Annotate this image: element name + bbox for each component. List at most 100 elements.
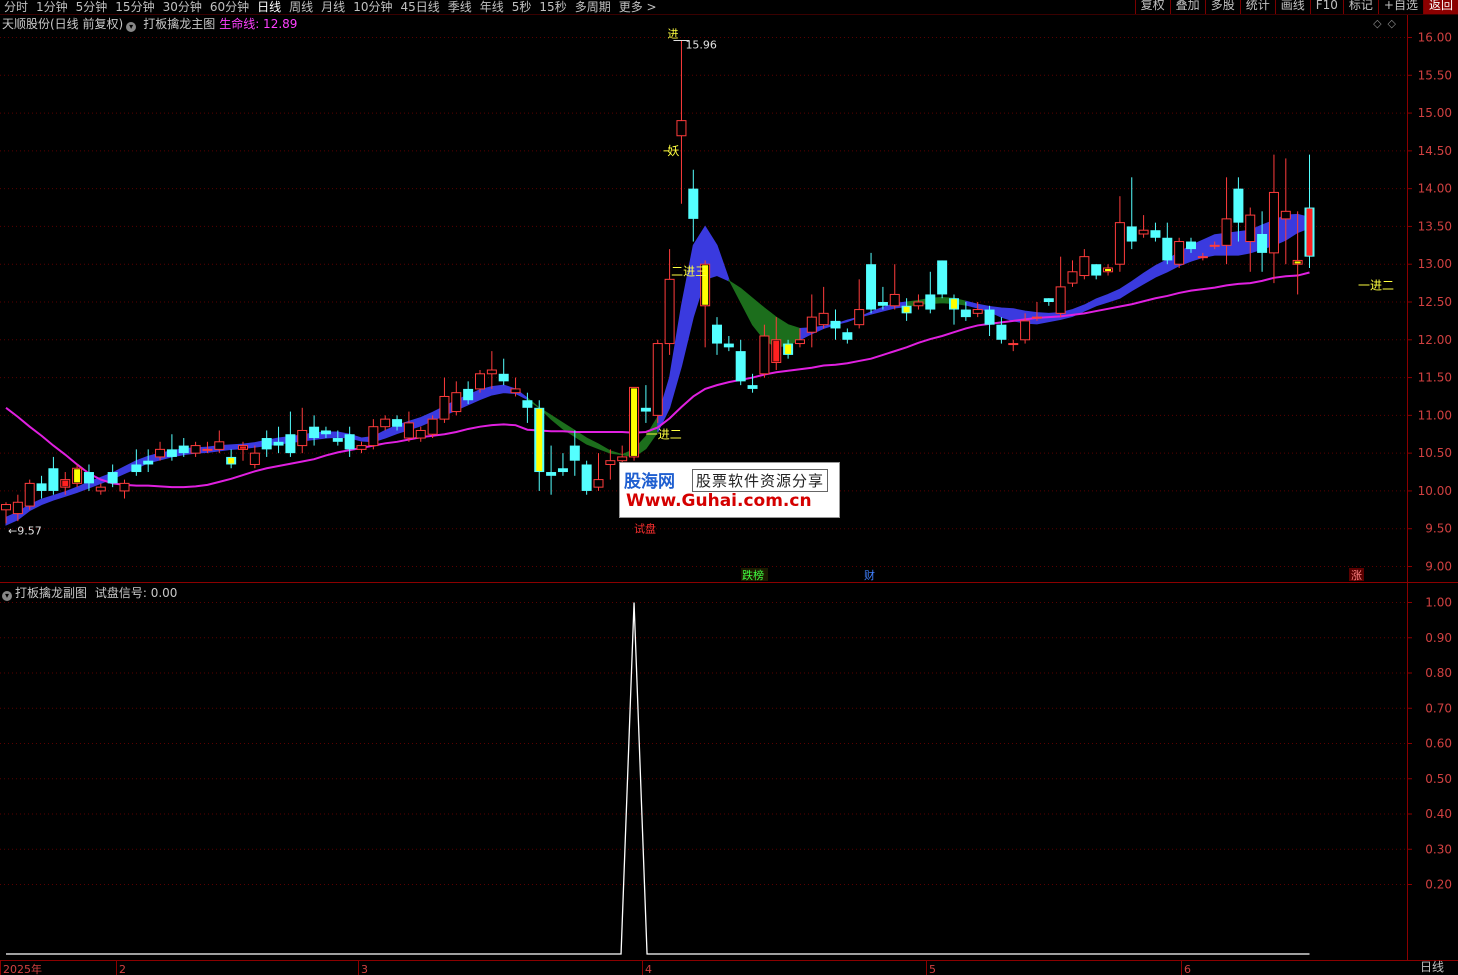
signal-marker [240,446,246,449]
candle-body [155,448,166,458]
candle-body [794,339,805,345]
y-tick-label: 1.00 [1425,596,1452,610]
candle-body [202,448,213,451]
candle-body [356,445,367,450]
candle-body [1150,230,1161,238]
y-tick-label: 10.00 [1418,484,1452,498]
candle-body [392,419,403,427]
event-cai: 财 [864,568,875,582]
x-tick-label: 2 [119,963,126,975]
candle-body [297,429,308,447]
candle-body [1,504,11,511]
candle-body [1067,271,1078,284]
low-label: ←9.57 [8,524,42,537]
candle-body [486,369,497,375]
candle-body [214,441,225,450]
y-tick-label: 11.00 [1418,408,1452,422]
y-tick-label: 0.60 [1425,737,1452,751]
y-tick-label: 12.50 [1418,295,1452,309]
candle-body [190,445,201,454]
signal-marker [1105,268,1112,271]
candle-body [439,395,450,420]
candle-body [806,316,817,333]
candle-body [581,464,592,491]
candle-body [1233,188,1244,223]
event-dieting: 跌榜 [742,568,764,582]
candle-body [131,464,142,473]
candle-body [48,468,59,491]
y-tick-label: 0.50 [1425,772,1452,786]
candle-body [1174,241,1185,265]
candle-body [475,373,485,390]
signal-marker [74,469,81,483]
candle-body [688,188,699,219]
y-tick-label: 13.50 [1418,219,1452,233]
candle-body [842,332,853,340]
candle-body [1126,226,1137,242]
period-label[interactable]: 日线 [1420,958,1444,975]
candle-body [889,293,900,307]
signal-marker [62,480,69,487]
candle-body [605,460,616,465]
candle-body [107,472,118,484]
candle-body [261,438,272,450]
er-jin-san-label: 二进三 [671,265,707,279]
candle-body [1055,286,1066,314]
candle-body [593,479,604,488]
candle-body [12,501,23,515]
candle-body [913,301,924,307]
y-tick-label: 0.20 [1425,878,1452,892]
candle-body [1162,237,1173,261]
y-tick-label: 0.30 [1425,842,1452,856]
candle-body [1209,244,1220,247]
candle-body [1043,298,1054,302]
y-tick-label: 9.00 [1425,560,1452,574]
y-tick-label: 15.00 [1418,106,1452,120]
signal-marker [773,340,780,362]
candle-body [937,260,948,295]
signal-line [6,602,1310,955]
candle-body [1197,256,1208,259]
candle-body [1280,210,1291,220]
candle-body [1221,218,1232,246]
candle-body [285,434,296,454]
candle-body [866,264,877,310]
x-tick-label: 5 [929,963,936,975]
signal-marker [951,299,957,309]
x-tick-label: 6 [1184,963,1191,975]
candle-body [36,483,47,491]
candle-body [95,486,106,492]
candle-body [415,429,426,439]
y-tick-label: 0.40 [1425,807,1452,821]
candle-body [522,400,533,408]
candle-body [569,445,580,461]
watermark-brand: 股海网 [624,472,675,492]
candle-body [249,452,260,465]
candle-body [735,351,746,382]
candle-body [320,430,331,435]
candle-body [676,120,687,137]
y-tick-label: 0.70 [1425,701,1452,715]
candle-body [178,445,189,454]
candle-body [1186,241,1196,250]
candle-body [1079,256,1090,277]
candle-body [143,460,154,465]
candle-body [984,309,995,325]
candle-body [925,294,936,310]
candle-body [640,407,651,412]
candle-body [972,309,983,314]
candle-body [854,309,865,326]
candle-body [1245,214,1256,243]
x-tick-label: 2025年 [3,962,42,975]
y-tick-label: 14.00 [1418,182,1452,196]
yi-jin-er-label: 一进二 [1358,278,1394,292]
candle-body [1031,316,1042,319]
y-tick-label: 0.90 [1425,631,1452,645]
candle-body [510,388,521,394]
candle-body [747,385,758,389]
signal-marker [536,408,543,472]
ribbon-blue [965,213,1310,325]
yi-jin-er-label: 一进二 [646,427,682,441]
y-tick-label: 14.50 [1418,144,1452,158]
candle-body [723,343,734,348]
